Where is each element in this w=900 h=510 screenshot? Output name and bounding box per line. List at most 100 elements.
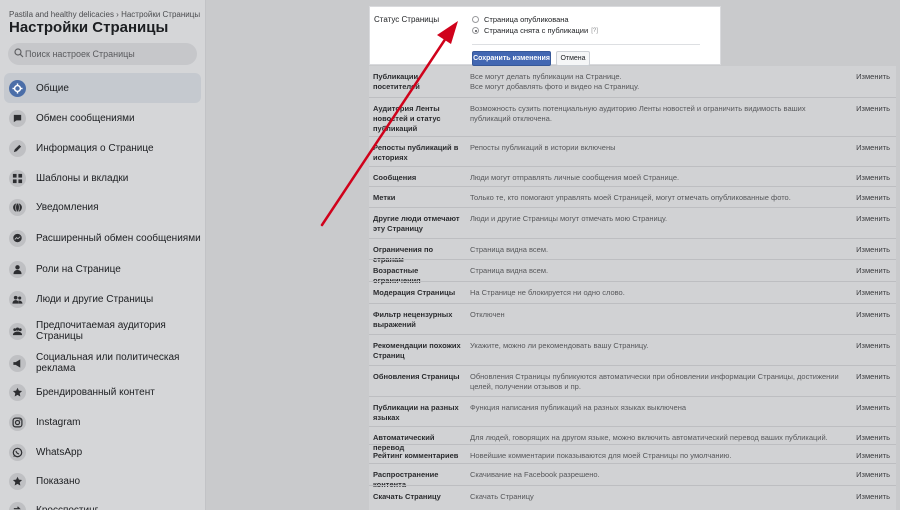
sidebar-item-4[interactable]: Шаблоны и вкладки	[4, 168, 201, 188]
settings-row: Распространение контента Скачивание на Fa…	[369, 463, 896, 489]
setting-description: Возможность сузить потенциальную аудитор…	[470, 104, 806, 123]
settings-row: Метки Только те, кто помогают управлять м…	[369, 186, 896, 207]
sidebar-item-15[interactable]: Кросспостинг	[4, 500, 201, 510]
edit-link[interactable]: Изменить	[856, 104, 890, 114]
edit-link[interactable]: Изменить	[856, 341, 890, 351]
help-link[interactable]: [?]	[591, 28, 598, 34]
edit-link[interactable]: Изменить	[856, 310, 890, 320]
settings-sidebar: Pastila and healthy delicacies › Настрой…	[0, 0, 206, 510]
setting-label: Скачать Страницу	[373, 492, 441, 501]
edit-link[interactable]: Изменить	[856, 245, 890, 255]
setting-description: Новейшие комментарии показываются для мо…	[470, 451, 732, 460]
edit-link[interactable]: Изменить	[856, 288, 890, 298]
sidebar-item-label: Кросспостинг	[36, 504, 99, 510]
setting-description: Только те, кто помогают управлять моей С…	[470, 193, 791, 202]
sidebar-item-10[interactable]: Социальная или политическая реклама	[4, 348, 201, 378]
edit-link[interactable]: Изменить	[856, 143, 890, 153]
edit-link[interactable]: Изменить	[856, 72, 890, 82]
edit-link[interactable]: Изменить	[856, 492, 890, 502]
sidebar-item-1[interactable]: Общие	[4, 73, 201, 103]
setting-label: Публикации на разных языках	[373, 403, 459, 422]
sidebar-item-label: Общие	[36, 82, 69, 94]
divider	[472, 44, 700, 45]
edit-link[interactable]: Изменить	[856, 433, 890, 443]
setting-label: Метки	[373, 193, 396, 202]
sidebar-item-label: Показано	[36, 475, 81, 487]
sidebar-item-7[interactable]: Роли на Странице	[4, 259, 201, 279]
radio-published-label: Страница опубликована	[484, 15, 569, 24]
pencil-icon	[9, 139, 26, 157]
setting-label: Сообщения	[373, 173, 417, 182]
sidebar-item-label: Предпочитаемая аудитория Страницы	[36, 320, 166, 342]
sidebar-item-5[interactable]: Уведомления	[4, 197, 201, 217]
sidebar-item-11[interactable]: Брендированный контент	[4, 382, 201, 402]
sidebar-item-label: Instagram	[36, 416, 81, 428]
setting-description: Обновления Страницы публикуются автомати…	[470, 372, 839, 391]
settings-row: Публикации на разных языках Функция напис…	[369, 396, 896, 426]
radio-unpublished-label: Страница снята с публикации	[484, 26, 589, 35]
breadcrumb[interactable]: Pastila and healthy delicacies › Настрой…	[9, 10, 200, 19]
setting-description: Люди и другие Страницы могут отмечать мо…	[470, 214, 668, 223]
settings-row: Обновления Страницы Обновления Страницы п…	[369, 365, 896, 396]
search-box[interactable]	[8, 43, 197, 65]
setting-description: Скачивание на Facebook разрешено.	[470, 470, 600, 479]
radio-published-row[interactable]: Страница опубликована	[472, 15, 569, 24]
radio-unpublished[interactable]	[472, 27, 479, 34]
setting-label: Рейтинг комментариев	[373, 451, 459, 460]
edit-link[interactable]: Изменить	[856, 372, 890, 382]
sidebar-item-label: WhatsApp	[36, 446, 83, 458]
setting-description: Все могут делать публикации на Странице.…	[470, 72, 640, 91]
edit-link[interactable]: Изменить	[856, 403, 890, 413]
sidebar-item-label: Люди и другие Страницы	[36, 293, 154, 305]
megaphone-icon	[9, 354, 26, 372]
edit-link[interactable]: Изменить	[856, 266, 890, 276]
cancel-button[interactable]: Отмена	[556, 51, 590, 66]
setting-description: Скачать Страницу	[470, 492, 534, 501]
sidebar-item-9[interactable]: Предпочитаемая аудитория Страницы	[4, 316, 201, 346]
radio-published[interactable]	[472, 16, 479, 23]
sidebar-item-8[interactable]: Люди и другие Страницы	[4, 289, 201, 309]
search-input[interactable]	[25, 46, 193, 62]
radio-unpublished-row[interactable]: Страница снята с публикации [?]	[472, 26, 598, 35]
sidebar-item-label: Шаблоны и вкладки	[36, 172, 129, 184]
settings-row: Рейтинг комментариев Новейшие комментарии…	[369, 444, 896, 463]
audience-icon	[9, 322, 26, 340]
setting-label: Модерация Страницы	[373, 288, 456, 297]
page-title: Настройки Страницы	[9, 19, 169, 36]
edit-link[interactable]: Изменить	[856, 173, 890, 183]
globe-icon	[9, 198, 26, 216]
edit-link[interactable]: Изменить	[856, 451, 890, 461]
save-button[interactable]: Сохранить изменения	[472, 51, 551, 66]
gear-icon	[9, 79, 26, 97]
sidebar-item-3[interactable]: Информация о Странице	[4, 138, 201, 158]
sidebar-item-label: Социальная или политическая реклама	[36, 352, 180, 374]
person-icon	[9, 260, 26, 278]
sidebar-item-label: Роли на Странице	[36, 263, 121, 275]
setting-label: Фильтр нецензурных выражений	[373, 310, 453, 329]
settings-row: Репосты публикаций в историях Репосты пуб…	[369, 136, 896, 166]
settings-row: Другие люди отмечают эту Страницу Люди и …	[369, 207, 896, 238]
crosspost-icon	[9, 501, 26, 510]
settings-row: Публикации посетителей Все могут делать п…	[369, 66, 896, 97]
setting-description: Отключен	[470, 310, 505, 319]
grid-icon	[9, 169, 26, 187]
setting-label: Аудитория Ленты новостей и статус публик…	[373, 104, 441, 133]
settings-row: Ограничения по странам Страница видна все…	[369, 238, 896, 264]
star-icon	[9, 472, 26, 490]
sidebar-item-label: Уведомления	[36, 201, 99, 213]
settings-panel: Публикации посетителей Все могут делать п…	[369, 66, 896, 510]
settings-row: Скачать Страницу Скачать Страницу Изменить	[369, 485, 896, 510]
settings-row: Автоматический перевод Для людей, говорящ…	[369, 426, 896, 452]
setting-description: Страница видна всем.	[470, 245, 549, 254]
sidebar-item-label: Расширенный обмен сообщениями	[36, 232, 201, 244]
edit-link[interactable]: Изменить	[856, 214, 890, 224]
sidebar-item-2[interactable]: Обмен сообщениями	[4, 108, 201, 128]
messenger-icon	[9, 229, 26, 247]
instagram-icon	[9, 413, 26, 431]
edit-link[interactable]: Изменить	[856, 193, 890, 203]
sidebar-item-14[interactable]: Показано	[4, 471, 201, 491]
sidebar-item-13[interactable]: WhatsApp	[4, 442, 201, 462]
edit-link[interactable]: Изменить	[856, 470, 890, 480]
sidebar-item-6[interactable]: Расширенный обмен сообщениями	[4, 223, 201, 253]
sidebar-item-12[interactable]: Instagram	[4, 412, 201, 432]
